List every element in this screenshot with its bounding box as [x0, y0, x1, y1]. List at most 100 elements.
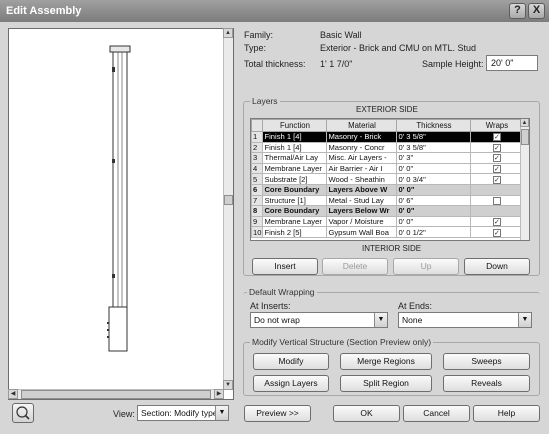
layer-material-cell[interactable]: Masonry - Concr	[326, 141, 398, 154]
modify-button[interactable]: Modify	[253, 353, 329, 370]
layer-thickness-cell[interactable]: 0' 0"	[396, 215, 472, 228]
layer-wraps-cell[interactable]: ✓	[470, 141, 524, 154]
assign-layers-button[interactable]: Assign Layers	[253, 375, 329, 392]
wraps-checkbox[interactable]: ✓	[492, 228, 501, 237]
layer-material-cell[interactable]: Wood - Sheathin	[326, 173, 398, 185]
layer-material-cell[interactable]: Vapor / Moisture	[326, 215, 398, 228]
col-header-thickness[interactable]: Thickness	[396, 119, 472, 132]
wraps-checkbox[interactable]: ✓	[492, 165, 501, 173]
scroll-right-arrow-icon[interactable]: ▶	[214, 389, 224, 399]
view-dropdown[interactable]: Section: Modify type ▼	[137, 405, 229, 421]
layer-row[interactable]: 5 Substrate [2] Wood - Sheathin 0' 0 3/4" ✓	[251, 173, 524, 185]
ok-button[interactable]: OK	[333, 405, 400, 422]
layer-function-cell[interactable]: Substrate [2]	[262, 173, 328, 185]
scroll-down-arrow-icon[interactable]: ▼	[223, 380, 233, 390]
wraps-checkbox[interactable]: ✓	[492, 154, 501, 163]
chevron-down-icon[interactable]: ▼	[215, 406, 228, 420]
layer-material-cell[interactable]: Metal - Stud Lay	[326, 194, 398, 207]
scroll-up-arrow-icon[interactable]: ▲	[223, 28, 233, 38]
layer-function-cell[interactable]: Core Boundary	[262, 205, 328, 217]
wraps-checkbox[interactable]: ✓	[492, 143, 501, 152]
layer-material-cell[interactable]: Air Barrier - Air I	[326, 162, 398, 175]
preview-vscroll-thumb[interactable]	[224, 195, 233, 205]
at-ends-dropdown[interactable]: None ▼	[398, 312, 532, 328]
help-button[interactable]: Help	[473, 405, 540, 422]
layer-material-cell[interactable]: Layers Below Wr	[326, 205, 398, 217]
zoom-preview-button[interactable]	[12, 403, 34, 423]
down-button[interactable]: Down	[464, 258, 530, 275]
at-inserts-dropdown[interactable]: Do not wrap ▼	[250, 312, 388, 328]
layer-function-cell[interactable]: Finish 1 [4]	[262, 131, 328, 143]
layers-scroll-up-icon[interactable]: ▲	[520, 119, 529, 127]
layer-function-cell[interactable]: Membrane Layer	[262, 162, 328, 175]
layer-row[interactable]: 7 Structure [1] Metal - Stud Lay 0' 6"	[251, 194, 524, 207]
layer-wraps-cell[interactable]: ✓	[470, 226, 524, 238]
up-button[interactable]: Up	[393, 258, 459, 275]
layer-row[interactable]: 3 Thermal/Air Lay Misc. Air Layers -0' 3" ✓	[251, 152, 524, 164]
reveals-button[interactable]: Reveals	[443, 375, 530, 392]
wraps-checkbox[interactable]: ✓	[492, 175, 501, 184]
layer-wraps-cell[interactable]: ✓	[470, 152, 524, 164]
preview-horizontal-scrollbar[interactable]: ◀ ▶	[8, 389, 224, 399]
wraps-checkbox[interactable]	[492, 196, 501, 205]
col-header-function[interactable]: Function	[262, 119, 328, 132]
sweeps-button[interactable]: Sweeps	[443, 353, 530, 370]
layer-thickness-cell[interactable]: 0' 3 5/8"	[396, 131, 472, 143]
layer-wraps-cell[interactable]: ✓	[470, 131, 524, 143]
sample-height-input[interactable]: 20' 0"	[486, 55, 538, 71]
insert-button[interactable]: Insert	[252, 258, 318, 275]
delete-button[interactable]: Delete	[322, 258, 388, 275]
close-button[interactable]: X	[528, 3, 545, 19]
layer-thickness-cell[interactable]: 0' 0"	[396, 183, 472, 196]
layer-thickness-cell[interactable]: 0' 0"	[396, 162, 472, 175]
layer-wraps-cell[interactable]: ✓	[470, 162, 524, 175]
preview-hscroll-thumb[interactable]	[21, 390, 211, 399]
layer-thickness-cell[interactable]: 0' 0 3/4"	[396, 173, 472, 185]
layer-row[interactable]: 4 Membrane Layer Air Barrier - Air I 0' 0" ✓	[251, 162, 524, 175]
layer-row[interactable]: 10 Finish 2 [5] Gypsum Wall Boa 0' 0 1/2" ✓	[251, 226, 524, 238]
layer-wraps-cell[interactable]: ✓	[470, 173, 524, 185]
layer-row[interactable]: 9 Membrane Layer Vapor / Moisture 0' 0" ✓	[251, 215, 524, 228]
layer-thickness-cell[interactable]: 0' 0 1/2"	[396, 226, 472, 238]
layers-table[interactable]: Function Material Thickness Wraps 1 Finis…	[250, 118, 530, 241]
layer-function-cell[interactable]: Finish 1 [4]	[262, 141, 328, 154]
layer-wraps-cell[interactable]	[470, 205, 524, 217]
merge-regions-button[interactable]: Merge Regions	[340, 353, 432, 370]
layer-function-cell[interactable]: Thermal/Air Lay	[262, 152, 328, 164]
layer-wraps-cell[interactable]	[470, 183, 524, 196]
col-header-wraps[interactable]: Wraps	[470, 119, 524, 132]
layer-row[interactable]: 6 Core Boundary Layers Above W 0' 0"	[251, 183, 524, 196]
wraps-checkbox[interactable]: ✓	[492, 218, 501, 226]
preview-vertical-scrollbar[interactable]: ▲ ▼	[223, 28, 233, 390]
layers-scrollbar[interactable]: ▲	[520, 119, 529, 240]
layer-function-cell[interactable]: Membrane Layer	[262, 215, 328, 228]
layers-grid[interactable]: Function Material Thickness Wraps 1 Finis…	[251, 119, 524, 238]
layer-wraps-cell[interactable]: ✓	[470, 215, 524, 228]
layer-material-cell[interactable]: Gypsum Wall Boa	[326, 226, 398, 238]
preview-button[interactable]: Preview >>	[244, 405, 311, 422]
layers-scroll-thumb[interactable]	[521, 129, 529, 145]
scroll-left-arrow-icon[interactable]: ◀	[8, 389, 18, 399]
section-preview-pane[interactable]: ▲ ▼ ◀ ▶	[8, 28, 234, 400]
layer-row[interactable]: 2 Finish 1 [4] Masonry - Concr 0' 3 5/8" ✓	[251, 141, 524, 154]
layer-function-cell[interactable]: Structure [1]	[262, 194, 328, 207]
wraps-checkbox[interactable]: ✓	[492, 133, 501, 142]
layer-thickness-cell[interactable]: 0' 3"	[396, 152, 472, 164]
split-region-button[interactable]: Split Region	[340, 375, 432, 392]
layer-thickness-cell[interactable]: 0' 6"	[396, 194, 472, 207]
layer-row[interactable]: 1 Finish 1 [4] Masonry - Brick 0' 3 5/8" ✓	[251, 131, 524, 143]
layer-row[interactable]: 8 Core Boundary Layers Below Wr 0' 0"	[251, 205, 524, 217]
layer-function-cell[interactable]: Finish 2 [5]	[262, 226, 328, 238]
chevron-down-icon[interactable]: ▼	[374, 313, 387, 327]
layer-material-cell[interactable]: Masonry - Brick	[326, 131, 398, 143]
layer-thickness-cell[interactable]: 0' 3 5/8"	[396, 141, 472, 154]
chevron-down-icon[interactable]: ▼	[518, 313, 531, 327]
help-title-button[interactable]: ?	[509, 3, 526, 19]
layer-function-cell[interactable]: Core Boundary	[262, 183, 328, 196]
col-header-material[interactable]: Material	[326, 119, 398, 132]
layer-material-cell[interactable]: Layers Above W	[326, 183, 398, 196]
cancel-button[interactable]: Cancel	[403, 405, 470, 422]
layer-material-cell[interactable]: Misc. Air Layers -	[326, 152, 398, 164]
layer-thickness-cell[interactable]: 0' 0"	[396, 205, 472, 217]
layer-wraps-cell[interactable]	[470, 194, 524, 207]
